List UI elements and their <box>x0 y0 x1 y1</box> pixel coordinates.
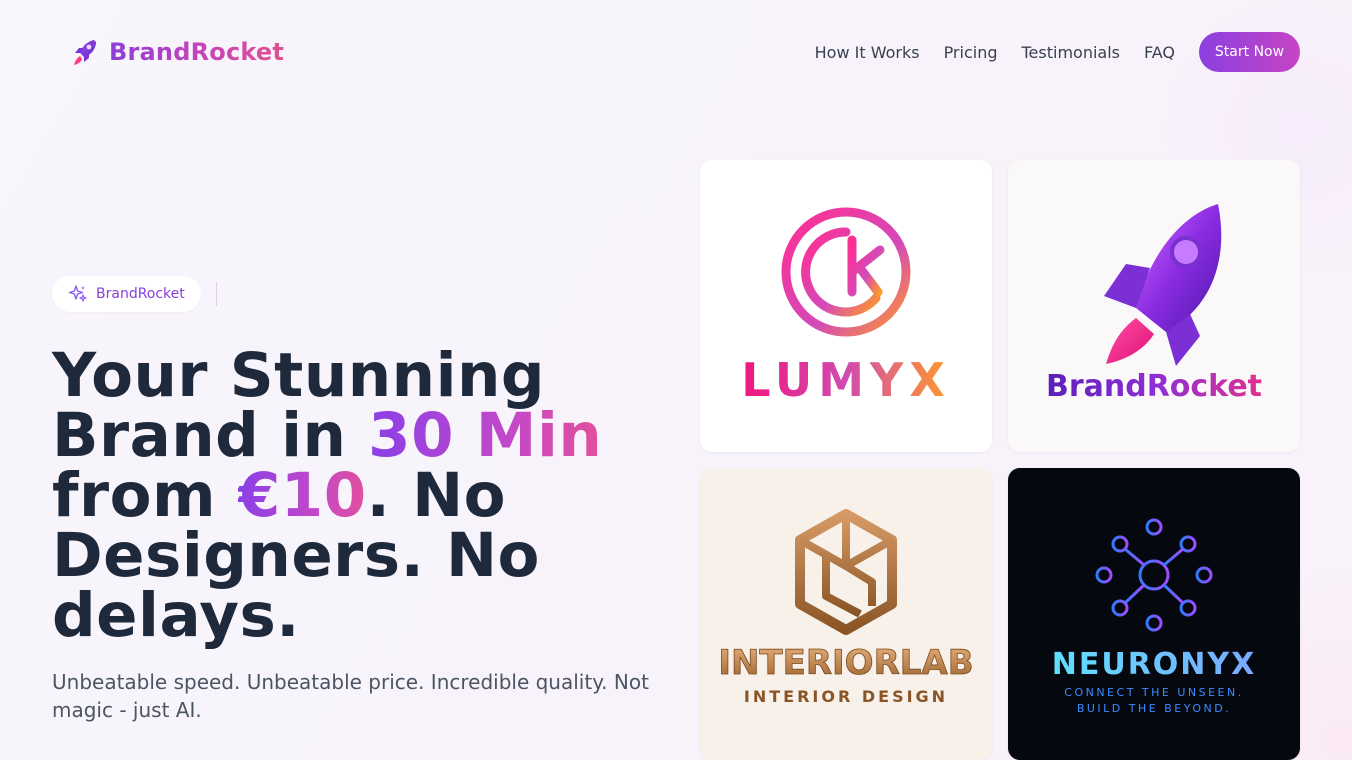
nav-how-it-works[interactable]: How It Works <box>815 43 920 62</box>
brandrocket-wordmark: BrandRocket <box>1046 369 1262 404</box>
rocket-logo: BrandRocket <box>1046 204 1262 404</box>
neuronyx-wordmark: NEURONYX <box>1052 647 1257 682</box>
hero-headline: Your Stunning Brand in 30 Min from €10. … <box>52 345 672 646</box>
brand-logo[interactable]: BrandRocket <box>70 36 284 68</box>
nav-pricing[interactable]: Pricing <box>944 43 998 62</box>
logo-card-brandrocket: BrandRocket <box>1008 160 1300 452</box>
interiorlab-tagline: INTERIOR DESIGN <box>744 687 948 706</box>
start-now-button[interactable]: Start Now <box>1199 32 1300 72</box>
lumyx-wordmark: LUMYX <box>741 353 951 407</box>
cube-logo: INTERIORLAB INTERIOR DESIGN <box>718 509 974 706</box>
main-nav: How It Works Pricing Testimonials FAQ St… <box>815 32 1300 72</box>
brand-name: BrandRocket <box>109 38 285 66</box>
nav-testimonials[interactable]: Testimonials <box>1022 43 1121 62</box>
lumyx-circle-k-logo: LUMYX <box>741 207 951 407</box>
nav-faq[interactable]: FAQ <box>1144 43 1175 62</box>
neuronyx-tagline-line-2: BUILD THE BEYOND. <box>1077 702 1231 715</box>
logo-card-neuronyx: NEURONYX CONNECT THE UNSEEN. BUILD THE B… <box>1008 468 1300 760</box>
sparkles-icon <box>68 285 87 302</box>
interiorlab-wordmark: INTERIORLAB <box>718 643 973 683</box>
hero-badge-label: BrandRocket <box>96 286 185 302</box>
badge-divider <box>216 282 217 306</box>
hero-badge: BrandRocket <box>52 276 201 312</box>
logo-card-lumyx: LUMYX <box>700 160 992 452</box>
neural-network-logo: NEURONYX CONNECT THE UNSEEN. BUILD THE B… <box>1052 518 1257 715</box>
logo-card-interiorlab: INTERIORLAB INTERIOR DESIGN <box>700 468 992 760</box>
site-header: BrandRocket How It Works Pricing Testimo… <box>0 0 1352 104</box>
hero-subtitle: Unbeatable speed. Unbeatable price. Incr… <box>52 670 649 722</box>
neuronyx-tagline-line-1: CONNECT THE UNSEEN. <box>1064 686 1243 699</box>
rocket-icon <box>74 40 96 65</box>
